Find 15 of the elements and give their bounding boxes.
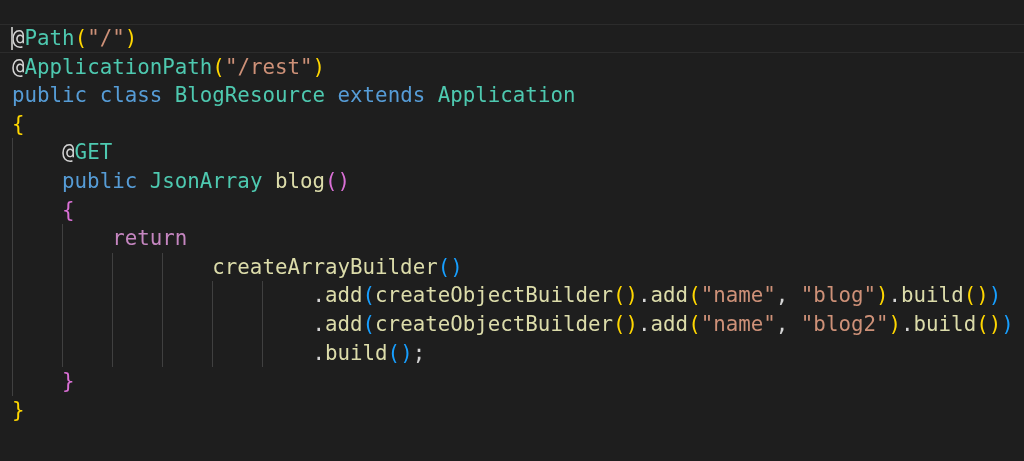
code-line: { <box>62 196 75 224</box>
text-cursor <box>11 27 13 50</box>
code-line: .add(createObjectBuilder().add("name", "blog2").build()) <box>312 310 1014 338</box>
code-line: } <box>62 368 75 396</box>
code-line: { <box>12 110 25 138</box>
code-line: @ApplicationPath("/rest") <box>12 53 326 81</box>
code-line: public class BlogResource extends Application <box>12 82 576 110</box>
code-line: .build(); <box>312 339 426 367</box>
code-line: @Path("/") <box>12 25 138 52</box>
code-line: return <box>112 225 188 253</box>
code-line: } <box>12 396 25 424</box>
code-line: @GET <box>62 139 113 167</box>
code-line: createArrayBuilder() <box>212 253 463 281</box>
code-line: public JsonArray blog() <box>62 167 351 195</box>
code-line: .add(createObjectBuilder().add("name", "blog").build()) <box>312 282 1002 310</box>
